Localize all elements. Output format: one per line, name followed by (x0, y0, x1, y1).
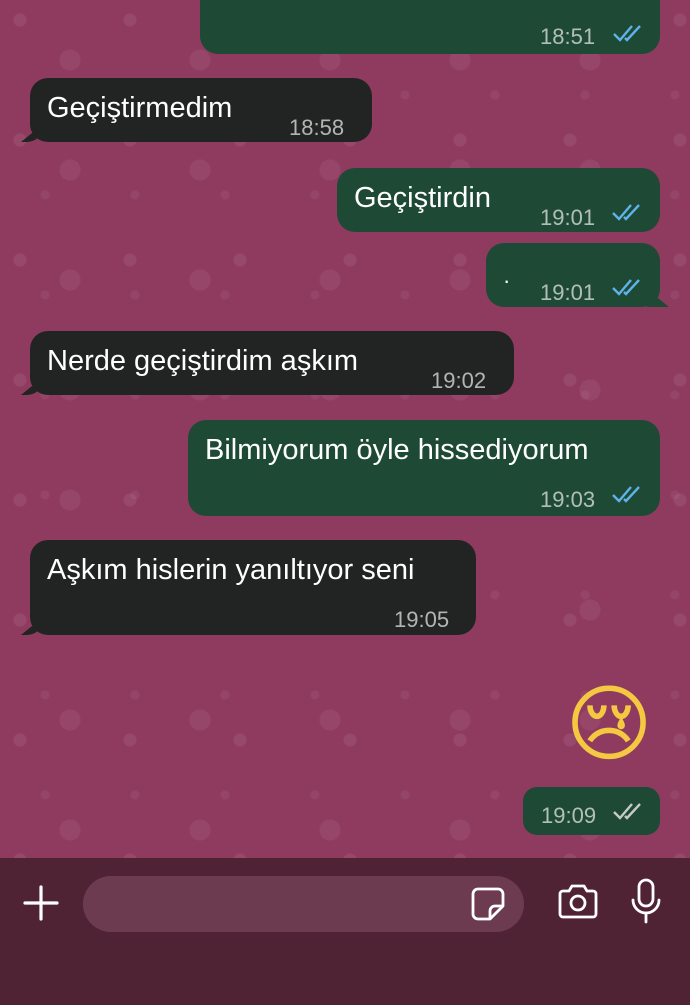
message-text: Bilmiyorum öyle hissediyorum (205, 434, 589, 466)
message-text: Aşkım hislerin yanıltıyor seni (47, 554, 415, 586)
read-receipt-icon (611, 202, 643, 222)
read-receipt-icon (611, 484, 643, 504)
message-time: 18:58 (289, 115, 345, 140)
message-time: 19:02 (431, 368, 487, 393)
message-time: 19:01 (540, 205, 596, 230)
chat-area: 18:51 Geçiştirmedim 18:58 Geçiştirdin 19… (0, 0, 690, 858)
plus-icon[interactable] (22, 884, 60, 922)
message-time-badge: 19:09 (523, 787, 660, 835)
incoming-message[interactable]: Aşkım hislerin yanıltıyor seni 19:05 (30, 540, 476, 635)
message-text: Nerde geçiştirdim aşkım (47, 345, 359, 377)
message-time: 19:01 (540, 280, 596, 305)
message-input[interactable] (83, 876, 524, 932)
incoming-message[interactable]: Nerde geçiştirdim aşkım 19:02 (30, 331, 514, 395)
message-text: Geçiştirmedim (47, 92, 233, 124)
read-receipt-icon (611, 277, 643, 297)
delivered-receipt-icon (612, 801, 644, 821)
message-time: 18:51 (540, 24, 596, 49)
sticker-icon[interactable] (470, 886, 506, 922)
message-time: 19:05 (394, 607, 450, 632)
outgoing-message[interactable]: · 19:01 (486, 243, 660, 307)
message-text: Geçiştirdin (354, 182, 491, 214)
incoming-message[interactable]: Geçiştirmedim 18:58 (30, 78, 372, 142)
outgoing-message[interactable]: 18:51 (200, 0, 660, 54)
message-text: · (503, 268, 511, 293)
outgoing-message[interactable]: Geçiştirdin 19:01 (337, 168, 660, 232)
crying-face-emoji[interactable]: 😢 (557, 676, 661, 772)
message-time: 19:03 (540, 487, 596, 512)
message-time: 19:09 (541, 803, 597, 828)
read-receipt-icon (612, 23, 644, 43)
camera-icon[interactable] (556, 884, 600, 920)
outgoing-message[interactable]: Bilmiyorum öyle hissediyorum 19:03 (188, 420, 660, 516)
microphone-icon[interactable] (630, 878, 662, 924)
